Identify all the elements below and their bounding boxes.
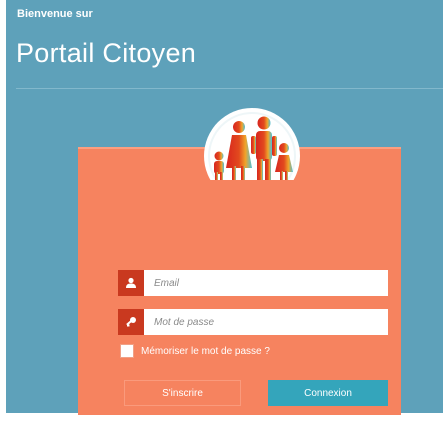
- remember-label: Mémoriser le mot de passe ?: [141, 345, 270, 357]
- family-logo: [196, 108, 308, 180]
- password-input[interactable]: [144, 309, 388, 335]
- remember-password: Mémoriser le mot de passe ?: [120, 344, 270, 358]
- header-divider: [16, 88, 443, 89]
- password-field[interactable]: [118, 309, 388, 335]
- key-icon: [118, 309, 144, 335]
- user-icon: [118, 270, 144, 296]
- page-title: Portail Citoyen: [16, 38, 197, 68]
- login-button[interactable]: Connexion: [268, 380, 388, 406]
- welcome-text: Bienvenue sur: [17, 8, 93, 20]
- remember-checkbox[interactable]: [120, 344, 134, 358]
- email-input[interactable]: [144, 270, 388, 296]
- register-button[interactable]: S'inscrire: [124, 380, 241, 406]
- email-field[interactable]: [118, 270, 388, 296]
